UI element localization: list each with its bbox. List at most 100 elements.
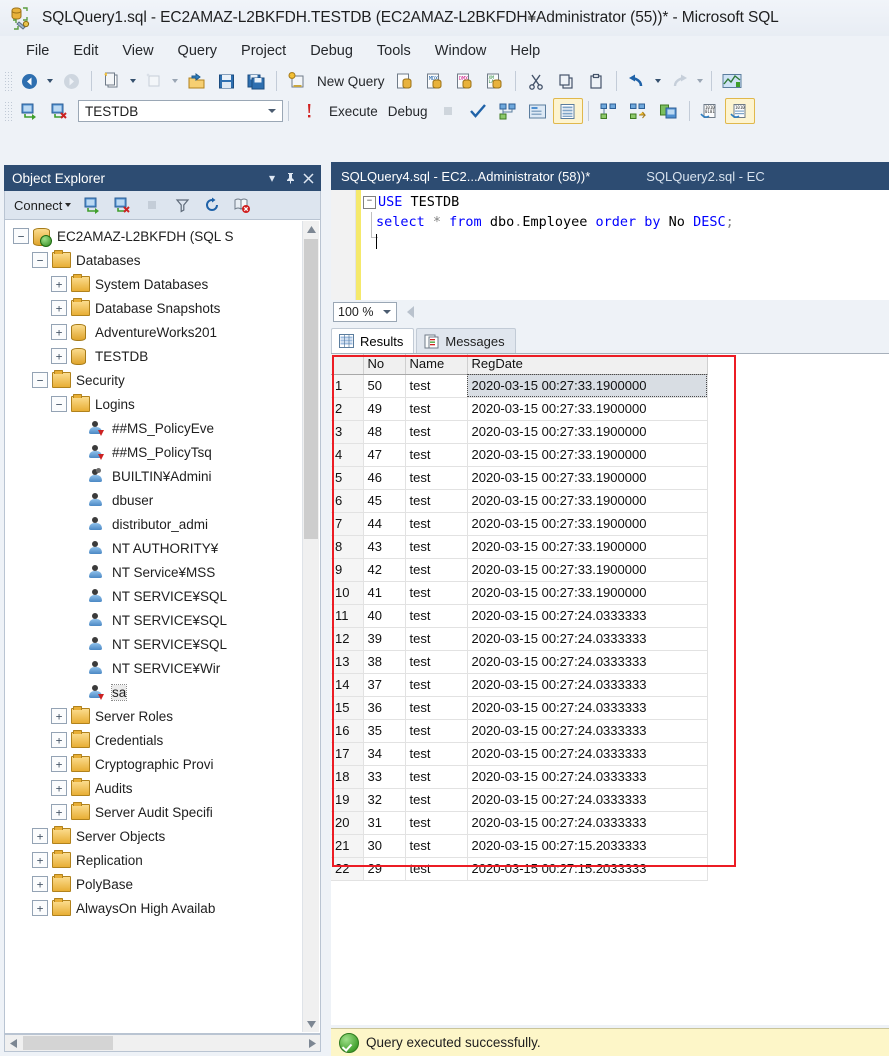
grid-cell[interactable]: 35 — [363, 719, 406, 743]
row-number-cell[interactable]: 6 — [331, 489, 364, 513]
grid-cell[interactable]: test — [405, 673, 468, 697]
object-explorer-tree[interactable]: − EC2AMAZ-L2BKFDH (SQL S − Databases + System… — [5, 220, 320, 920]
grid-cell[interactable]: 36 — [363, 696, 406, 720]
navigate-back-dropdown-icon[interactable] — [47, 79, 53, 83]
grid-cell[interactable]: test — [405, 765, 468, 789]
menu-edit[interactable]: Edit — [61, 41, 110, 61]
table-row[interactable]: 6 45 test 2020-03-15 00:27:33.1900000 — [331, 489, 708, 513]
undo-dropdown-icon[interactable] — [654, 79, 661, 83]
row-number-cell[interactable]: 5 — [331, 466, 364, 490]
grid-cell[interactable]: 2020-03-15 00:27:33.1900000 — [467, 420, 708, 444]
grid-cell[interactable]: 43 — [363, 535, 406, 559]
tree-node[interactable]: + AlwaysOn High Availab — [5, 896, 320, 920]
copy-icon[interactable] — [551, 68, 581, 94]
menu-query[interactable]: Query — [166, 41, 230, 61]
grid-cell[interactable]: 2020-03-15 00:27:33.1900000 — [467, 581, 708, 605]
grid-cell[interactable]: 48 — [363, 420, 406, 444]
grid-cell[interactable]: test — [405, 811, 468, 835]
tree-node[interactable]: + Audits — [5, 776, 320, 800]
grid-cell[interactable]: 2020-03-15 00:27:33.1900000 — [467, 443, 708, 467]
grid-cell[interactable]: test — [405, 535, 468, 559]
table-row[interactable]: 13 38 test 2020-03-15 00:27:24.0333333 — [331, 650, 708, 674]
comment-icon[interactable]: 1010 0101 — [695, 98, 725, 124]
table-row[interactable]: 14 37 test 2020-03-15 00:27:24.0333333 — [331, 673, 708, 697]
column-header[interactable]: Name — [405, 354, 468, 375]
grid-cell[interactable]: test — [405, 627, 468, 651]
chevron-down-icon[interactable] — [383, 310, 391, 314]
execute-button[interactable]: Execute — [324, 98, 383, 124]
table-row[interactable]: 10 41 test 2020-03-15 00:27:33.1900000 — [331, 581, 708, 605]
grid-cell[interactable]: 47 — [363, 443, 406, 467]
grid-cell[interactable]: 2020-03-15 00:27:24.0333333 — [467, 742, 708, 766]
scrollbar-thumb[interactable] — [304, 239, 318, 539]
tree-node[interactable]: NT Service¥MSS — [5, 560, 320, 584]
tree-node[interactable]: NT SERVICE¥SQL — [5, 584, 320, 608]
grid-cell[interactable]: test — [405, 512, 468, 536]
table-row[interactable]: 2 49 test 2020-03-15 00:27:33.1900000 — [331, 397, 708, 421]
tree-expander-plus-icon[interactable]: + — [32, 852, 48, 868]
table-row[interactable]: 3 48 test 2020-03-15 00:27:33.1900000 — [331, 420, 708, 444]
paste-icon[interactable] — [581, 68, 611, 94]
table-row[interactable]: 1 50 test 2020-03-15 00:27:33.1900000 — [331, 374, 708, 398]
row-number-cell[interactable]: 9 — [331, 558, 364, 582]
grid-cell[interactable]: 37 — [363, 673, 406, 697]
script-error-icon[interactable] — [227, 192, 257, 218]
results-grid-container[interactable]: No Name RegDate 1 50 test 2020-03-15 00:27:33… — [331, 353, 889, 1025]
stop-icon[interactable] — [137, 192, 167, 218]
tree-node[interactable]: ##MS_PolicyEve — [5, 416, 320, 440]
results-to-grid-icon[interactable] — [552, 98, 583, 124]
tree-node[interactable]: + System Databases — [5, 272, 320, 296]
tree-node[interactable]: + Database Snapshots — [5, 296, 320, 320]
grid-cell[interactable]: 2020-03-15 00:27:33.1900000 — [467, 397, 708, 421]
navigate-forward-icon[interactable] — [56, 68, 86, 94]
table-row[interactable]: 15 36 test 2020-03-15 00:27:24.0333333 — [331, 696, 708, 720]
grid-cell[interactable]: test — [405, 443, 468, 467]
stop-icon[interactable] — [433, 98, 463, 124]
tree-node[interactable]: BUILTIN¥Admini — [5, 464, 320, 488]
scroll-right-icon[interactable] — [304, 1035, 320, 1051]
row-number-cell[interactable]: 19 — [331, 788, 364, 812]
new-analysis-services-dmx-query-icon[interactable]: DMX — [450, 68, 480, 94]
tree-expander-plus-icon[interactable]: + — [32, 900, 48, 916]
new-query-button[interactable]: New Query — [312, 68, 390, 94]
tree-expander-plus-icon[interactable]: + — [51, 732, 67, 748]
grid-cell[interactable]: test — [405, 489, 468, 513]
save-all-icon[interactable] — [241, 68, 271, 94]
scrollbar-thumb[interactable] — [23, 1036, 113, 1050]
tree-node[interactable]: distributor_admi — [5, 512, 320, 536]
tree-node[interactable]: + PolyBase — [5, 872, 320, 896]
grid-cell[interactable]: 33 — [363, 765, 406, 789]
row-number-cell[interactable]: 18 — [331, 765, 364, 789]
new-item-dropdown-icon[interactable] — [172, 79, 178, 83]
activity-monitor-icon[interactable] — [717, 68, 747, 94]
row-number-cell[interactable]: 3 — [331, 420, 364, 444]
new-project-icon[interactable] — [97, 68, 127, 94]
row-number-cell[interactable]: 20 — [331, 811, 364, 835]
tree-node[interactable]: + Credentials — [5, 728, 320, 752]
tree-node[interactable]: + Server Objects — [5, 824, 320, 848]
tree-expander-minus-icon[interactable]: − — [13, 228, 29, 244]
table-row[interactable]: 21 30 test 2020-03-15 00:27:15.2033333 — [331, 834, 708, 858]
auto-hide-pin-icon[interactable] — [281, 169, 299, 187]
redo-icon[interactable] — [664, 68, 694, 94]
grid-cell[interactable]: 2020-03-15 00:27:33.1900000 — [467, 535, 708, 559]
grid-cell[interactable]: test — [405, 581, 468, 605]
disconnect-object-explorer-icon[interactable] — [107, 192, 137, 218]
disconnect-icon[interactable] — [44, 98, 74, 124]
table-row[interactable]: 22 29 test 2020-03-15 00:27:15.2033333 — [331, 857, 708, 881]
new-query-icon[interactable] — [282, 68, 312, 94]
row-number-cell[interactable]: 4 — [331, 443, 364, 467]
row-number-cell[interactable]: 2 — [331, 397, 364, 421]
grid-cell[interactable]: test — [405, 719, 468, 743]
grid-cell[interactable]: 2020-03-15 00:27:24.0333333 — [467, 673, 708, 697]
results-tab[interactable]: Results — [331, 328, 415, 354]
tree-expander-plus-icon[interactable]: + — [51, 780, 67, 796]
row-number-cell[interactable]: 11 — [331, 604, 364, 628]
tree-expander-minus-icon[interactable]: − — [32, 252, 48, 268]
grid-cell[interactable]: test — [405, 374, 468, 398]
row-number-cell[interactable]: 10 — [331, 581, 364, 605]
save-icon[interactable] — [211, 68, 241, 94]
undo-icon[interactable] — [622, 68, 652, 94]
grid-cell[interactable]: test — [405, 857, 468, 881]
available-databases-combo[interactable]: TESTDB — [78, 100, 283, 122]
